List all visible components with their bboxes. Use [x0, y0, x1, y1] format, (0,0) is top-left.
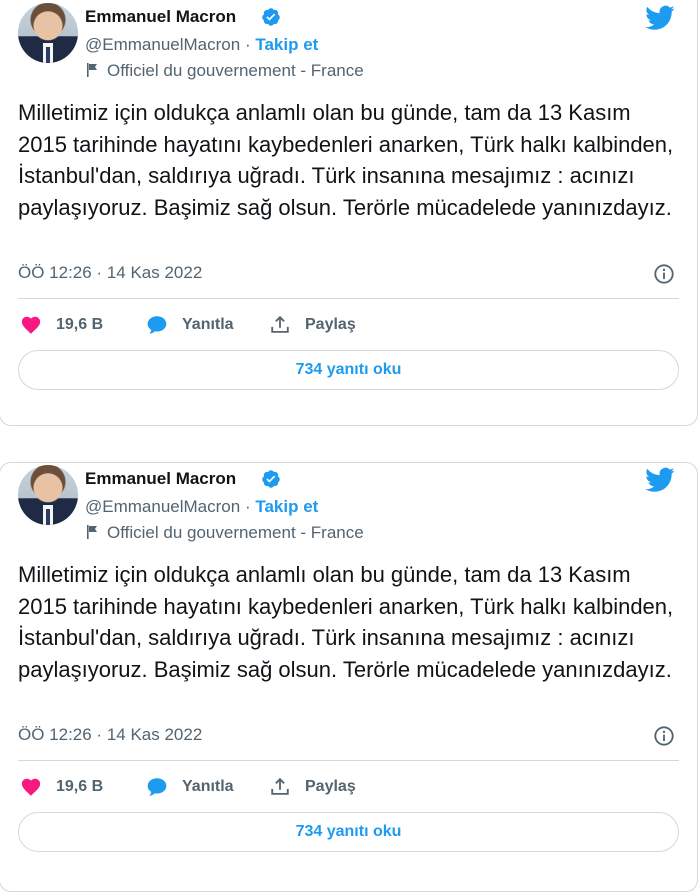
share-icon	[271, 777, 289, 795]
like-button[interactable]: 19,6 B	[20, 776, 103, 798]
reply-button[interactable]: Yanıtla	[146, 776, 234, 798]
handle-line: @EmmanuelMacron · Takip et	[85, 497, 318, 517]
account-label-text: Officiel du gouvernement - France	[107, 61, 364, 80]
author-handle[interactable]: @EmmanuelMacron	[85, 35, 240, 54]
follow-button[interactable]: Takip et	[255, 497, 318, 516]
heart-icon	[21, 316, 41, 334]
account-label-text: Officiel du gouvernement - France	[107, 523, 364, 542]
verified-badge-icon	[262, 8, 280, 26]
tweet-text: Milletimiz için oldukça anlamlı olan bu …	[18, 100, 674, 220]
like-count: 19,6 B	[56, 778, 104, 795]
author-handle[interactable]: @EmmanuelMacron	[85, 497, 240, 516]
share-button[interactable]: Paylaş	[269, 776, 356, 798]
like-count: 19,6 B	[56, 316, 104, 333]
government-flag-icon	[87, 63, 97, 77]
handle-line: @EmmanuelMacron · Takip et	[85, 35, 318, 55]
separator-dot: ·	[244, 497, 251, 516]
share-label: Paylaş	[305, 316, 356, 333]
avatar[interactable]	[18, 465, 78, 525]
government-flag-icon	[87, 525, 97, 539]
share-icon	[271, 315, 289, 333]
read-replies-button[interactable]: 734 yanıtı oku	[18, 812, 679, 852]
avatar[interactable]	[18, 3, 78, 63]
reply-bubble-icon	[147, 778, 167, 796]
twitter-bird-icon[interactable]	[645, 5, 675, 31]
follow-button[interactable]: Takip et	[255, 35, 318, 54]
reply-bubble-icon	[147, 316, 167, 334]
author-name[interactable]: Emmanuel Macron	[85, 469, 236, 489]
tweet-text: Milletimiz için oldukça anlamlı olan bu …	[18, 562, 674, 682]
author-name[interactable]: Emmanuel Macron	[85, 7, 236, 27]
verified-badge-icon	[262, 470, 280, 488]
account-label: Officiel du gouvernement - France	[85, 61, 364, 81]
tweet-timestamp[interactable]: ÖÖ 12:26 · 14 Kas 2022	[18, 263, 202, 283]
account-label: Officiel du gouvernement - France	[85, 523, 364, 543]
share-label: Paylaş	[305, 778, 356, 795]
share-button[interactable]: Paylaş	[269, 314, 356, 336]
reply-button[interactable]: Yanıtla	[146, 314, 234, 336]
like-button[interactable]: 19,6 B	[20, 314, 103, 336]
read-replies-button[interactable]: 734 yanıtı oku	[18, 350, 679, 390]
info-icon[interactable]	[653, 263, 675, 285]
reply-label: Yanıtla	[182, 778, 234, 795]
separator-dot: ·	[244, 35, 251, 54]
tweet-card: Emmanuel Macron @EmmanuelMacron · Takip …	[0, 462, 698, 892]
tweet-card: Emmanuel Macron @EmmanuelMacron · Takip …	[0, 0, 698, 426]
heart-icon	[21, 778, 41, 796]
divider	[18, 298, 679, 299]
info-icon[interactable]	[653, 725, 675, 747]
twitter-bird-icon[interactable]	[645, 467, 675, 493]
divider	[18, 760, 679, 761]
tweet-timestamp[interactable]: ÖÖ 12:26 · 14 Kas 2022	[18, 725, 202, 745]
reply-label: Yanıtla	[182, 316, 234, 333]
